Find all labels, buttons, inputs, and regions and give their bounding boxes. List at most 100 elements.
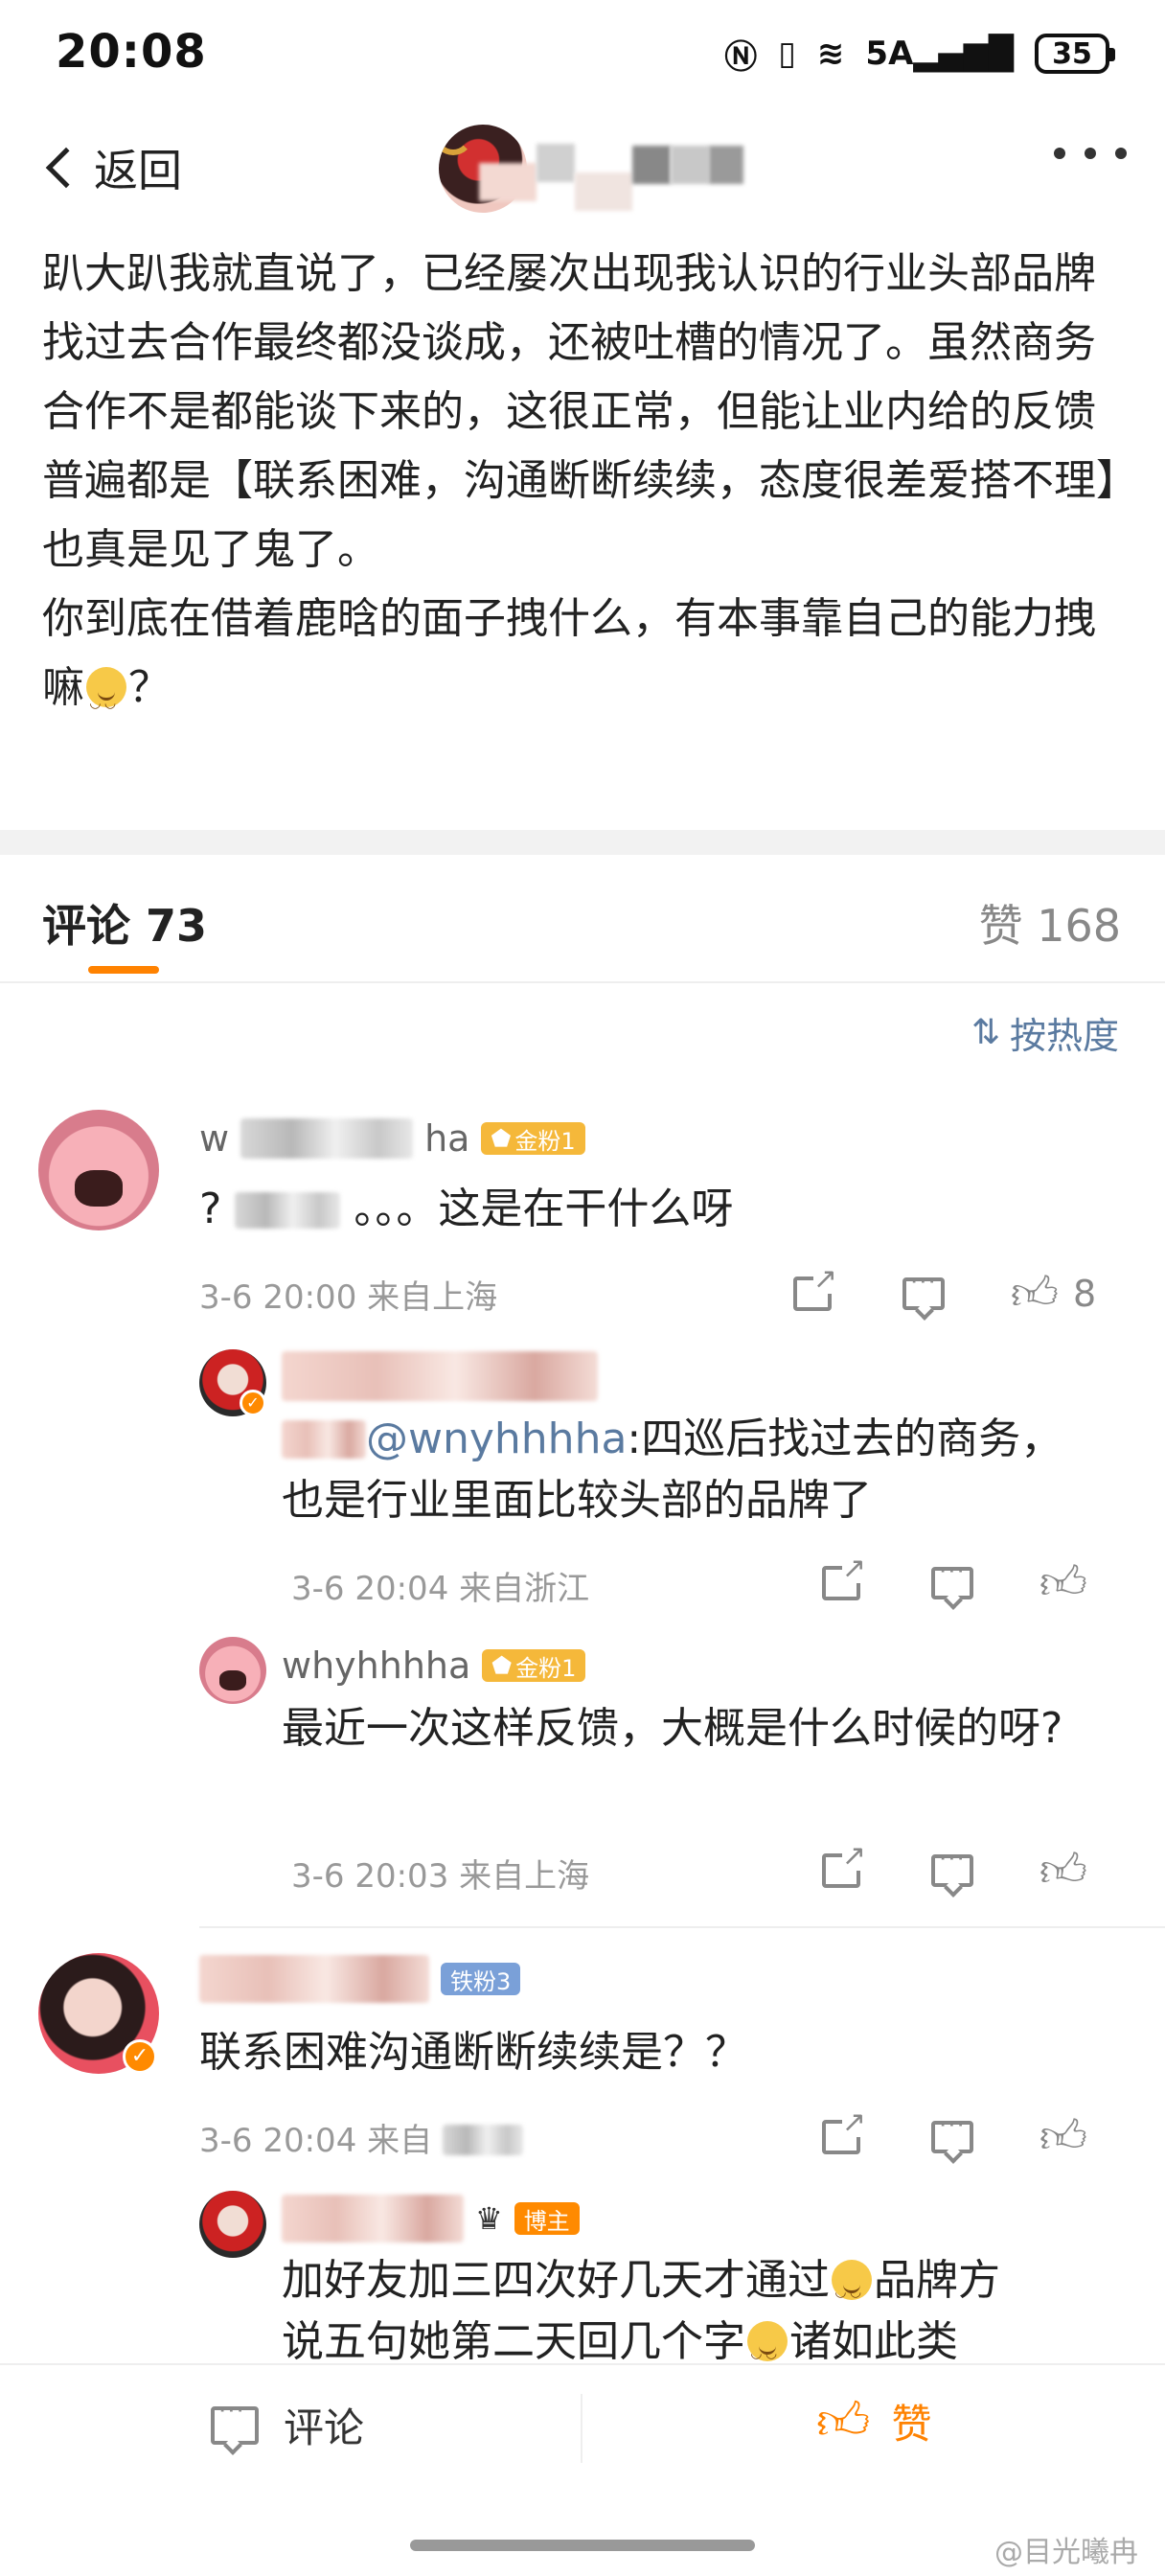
reply-button[interactable] bbox=[895, 1265, 952, 1322]
avatar[interactable] bbox=[199, 1637, 266, 1704]
like-button[interactable]: 👍︎ bbox=[1035, 1842, 1092, 1899]
vibrate-icon: ▯ bbox=[778, 34, 796, 73]
share-icon bbox=[822, 1554, 866, 1600]
author-name-blurred bbox=[240, 1118, 414, 1159]
reply-author[interactable]: whyhhhha ⬟ 金粉1 bbox=[282, 1644, 586, 1687]
reply-text-content: 加好友加三四次好几天才通过 bbox=[282, 2256, 830, 2305]
like-count: 8 bbox=[1073, 1273, 1097, 1315]
comment-meta: 3-6 20:04 来自 bbox=[199, 2114, 523, 2161]
fan-badge-label: 金粉1 bbox=[515, 1654, 577, 1682]
watermark: @目光曦冉 bbox=[994, 2536, 1138, 2569]
thumbs-up-icon: 👍︎ bbox=[1039, 1844, 1088, 1898]
tab-comments-count: 73 bbox=[146, 900, 208, 952]
tab-comments[interactable]: 评论 73 bbox=[42, 891, 207, 954]
comment-icon bbox=[211, 2397, 259, 2445]
share-button[interactable] bbox=[812, 1842, 870, 1899]
sort-button[interactable]: ⇅ 按热度 bbox=[971, 1006, 1119, 1059]
comment-icon bbox=[931, 1845, 973, 1887]
fan-badge-label: 铁粉3 bbox=[450, 1967, 512, 1995]
reply-author[interactable]: ♛ 博主 bbox=[282, 2195, 580, 2242]
wifi-icon: ≋ bbox=[816, 34, 845, 73]
like-button[interactable]: 👍︎ bbox=[1006, 1265, 1063, 1322]
bottom-action-bar: 评论 👍︎ 赞 bbox=[0, 2363, 1165, 2507]
bottom-bar-separator bbox=[581, 2394, 582, 2463]
home-indicator[interactable] bbox=[410, 2540, 755, 2551]
fan-badge: ⬟ 金粉1 bbox=[482, 1649, 586, 1682]
bottom-like-label: 赞 bbox=[891, 2401, 932, 2448]
thumbs-up-icon: 👍︎ bbox=[1010, 1267, 1060, 1321]
more-dot-icon bbox=[1085, 148, 1096, 159]
mention-link[interactable]: @wnyhhhha bbox=[366, 1414, 627, 1463]
comment-text-start: ? bbox=[199, 1184, 222, 1233]
like-button[interactable]: 👍︎ bbox=[1035, 1554, 1092, 1612]
sort-icon: ⇅ bbox=[971, 1013, 1000, 1052]
fan-badge: ⬟ 金粉1 bbox=[481, 1122, 585, 1155]
avatar[interactable] bbox=[38, 1110, 159, 1230]
comment-actions: 👍︎ bbox=[812, 2108, 1092, 2166]
like-button[interactable]: 👍︎ bbox=[1035, 2108, 1092, 2166]
bottom-comment-button[interactable]: 评论 bbox=[211, 2396, 364, 2454]
reply-actions: 👍︎ bbox=[812, 1554, 1092, 1612]
comment-icon bbox=[931, 2111, 973, 2153]
avatar[interactable] bbox=[199, 2191, 266, 2258]
author-name-blurred[interactable] bbox=[479, 134, 743, 220]
back-button[interactable]: 返回 bbox=[38, 134, 182, 201]
thumbs-up-icon: 👍︎ bbox=[1039, 1556, 1088, 1610]
comment-meta-text: 3-6 20:04 来自 bbox=[199, 2122, 433, 2160]
battery-icon: 35 bbox=[1035, 34, 1115, 74]
smile-emoji-icon bbox=[747, 2321, 788, 2384]
comment-icon bbox=[902, 1268, 945, 1310]
more-dot-icon bbox=[1115, 148, 1127, 159]
share-button[interactable] bbox=[812, 2108, 870, 2166]
author-name-blurred bbox=[282, 2195, 464, 2242]
reply-text-content: 说五句她第二天回几个字 bbox=[282, 2317, 745, 2366]
tab-likes[interactable]: 赞 168 bbox=[979, 891, 1121, 954]
author-name-blurred bbox=[282, 1351, 598, 1401]
reply-text-content: 品牌方 bbox=[874, 2256, 1000, 2305]
reply-actions: 👍︎ bbox=[812, 1842, 1092, 1899]
comment-text[interactable]: 联系困难沟通断断续续是？？ bbox=[199, 2022, 1100, 2083]
reply-text[interactable]: @wnyhhhha:四巡后找过去的商务，也是行业里面比较头部的品牌了 bbox=[282, 1409, 1077, 1531]
battery-level: 35 bbox=[1052, 36, 1092, 71]
tab-active-indicator bbox=[88, 966, 159, 974]
reply-author[interactable] bbox=[282, 1351, 598, 1401]
reply-button[interactable] bbox=[924, 2108, 981, 2166]
section-divider bbox=[0, 830, 1165, 855]
status-time: 20:08 bbox=[56, 25, 207, 79]
post-text: 趴大趴我就直说了，已经屡次出现我认识的行业头部品牌找过去合作最终都没谈成，还被吐… bbox=[42, 240, 1125, 738]
network-label: 5A bbox=[865, 34, 914, 73]
tabs-divider bbox=[0, 981, 1165, 983]
comment-text[interactable]: ? 。。。这是在干什么呀 bbox=[199, 1179, 1100, 1240]
reply-text[interactable]: 最近一次这样反馈，大概是什么时候的呀? bbox=[282, 1698, 1106, 1760]
nfc-icon: Ⓝ bbox=[724, 37, 758, 77]
author-name: whyhhhha bbox=[282, 1644, 471, 1687]
post-text-content: 趴大趴我就直说了，已经屡次出现我认识的行业头部品牌找过去合作最终都没谈成，还被吐… bbox=[42, 249, 1117, 712]
bottom-comment-label: 评论 bbox=[284, 2404, 365, 2451]
host-badge-label: 博主 bbox=[523, 2207, 570, 2235]
bottom-like-button[interactable]: 👍︎ 赞 bbox=[816, 2392, 931, 2450]
sort-label: 按热度 bbox=[1009, 1015, 1119, 1057]
redacted-text bbox=[235, 1192, 341, 1229]
comment-text-content: 。。。这是在干什么呀 bbox=[354, 1184, 734, 1233]
reply-button[interactable] bbox=[924, 1842, 981, 1899]
comment-author[interactable]: w ha ⬟ 金粉1 bbox=[199, 1117, 585, 1160]
more-options-button[interactable] bbox=[1054, 148, 1127, 159]
share-button[interactable] bbox=[812, 1554, 870, 1612]
reply-text[interactable]: 加好友加三四次好几天才通过品牌方 说五句她第二天回几个字诸如此类 bbox=[282, 2250, 1125, 2384]
author-name-blurred bbox=[199, 1955, 429, 2003]
share-button[interactable] bbox=[784, 1265, 841, 1322]
signal-5a-icon: 5A▂▄▆█ bbox=[865, 34, 1014, 73]
smile-emoji-icon bbox=[832, 2260, 872, 2323]
tab-comments-label: 评论 bbox=[42, 900, 130, 952]
reply-text-line: 加好友加三四次好几天才通过品牌方 bbox=[282, 2250, 1125, 2323]
reply-meta: 3-6 20:03 来自上海 bbox=[291, 1857, 590, 1896]
thumbs-up-icon: 👍︎ bbox=[1039, 2110, 1088, 2164]
verified-icon: ✓ bbox=[123, 2039, 157, 2074]
comment-author[interactable]: 铁粉3 bbox=[199, 1955, 521, 2003]
author-name-start: w bbox=[199, 1117, 230, 1160]
reply-button[interactable] bbox=[924, 1554, 981, 1612]
post-body: 趴大趴我就直说了，已经屡次出现我认识的行业头部品牌找过去合作最终都没谈成，还被吐… bbox=[42, 240, 1125, 738]
comment-actions: 👍︎ 8 bbox=[784, 1265, 1096, 1322]
author-name-end: ha bbox=[424, 1117, 470, 1160]
comment-divider bbox=[199, 1926, 1165, 1928]
